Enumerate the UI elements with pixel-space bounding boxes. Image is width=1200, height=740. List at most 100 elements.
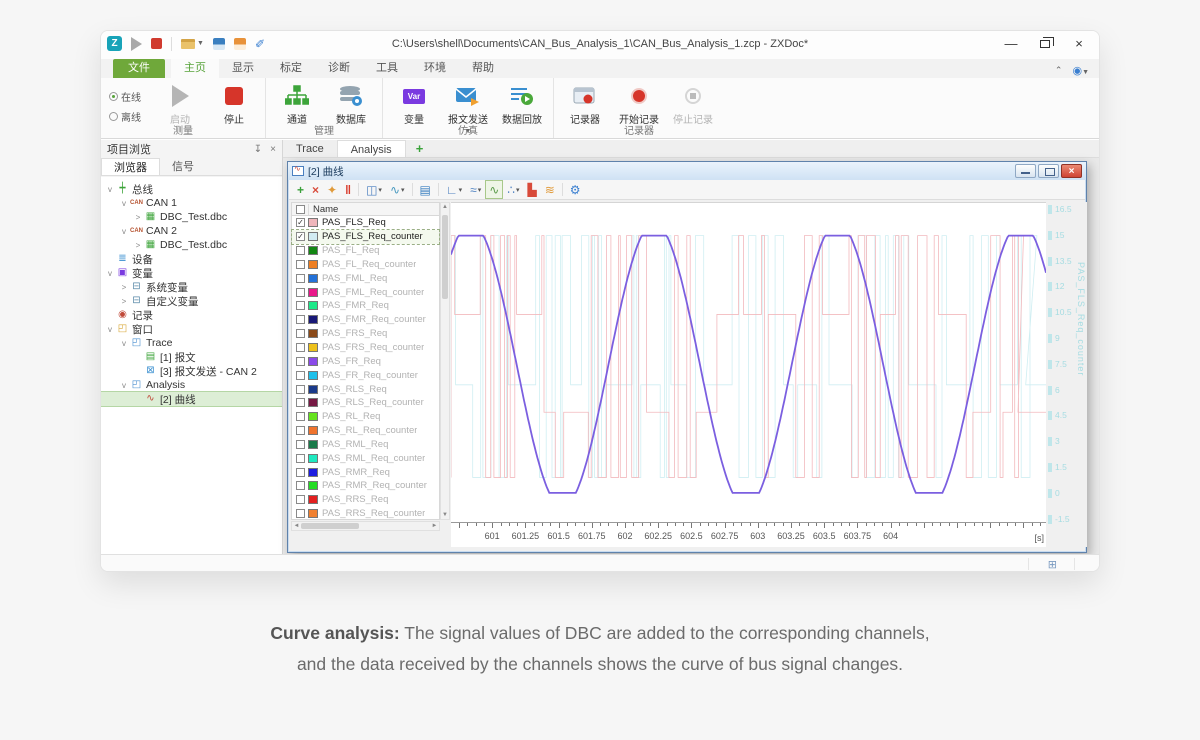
file-tab[interactable]: 文件 (113, 59, 165, 78)
signal-checkbox[interactable] (296, 329, 305, 338)
signal-color-swatch[interactable] (308, 288, 318, 297)
signal-checkbox[interactable] (296, 509, 305, 518)
tree-item[interactable]: v◰Trace (101, 336, 282, 350)
layout-columns-icon[interactable]: ◫▾ (363, 181, 385, 198)
zoom-axes-icon[interactable]: ∟▾ (443, 181, 465, 198)
signal-checkbox[interactable]: ✓ (296, 218, 305, 227)
signal-checkbox[interactable] (296, 246, 305, 255)
recorder-button[interactable]: 记录器 (562, 81, 608, 126)
tree-item[interactable]: v◰Analysis (101, 378, 282, 392)
workspace-tab-analysis[interactable]: Analysis (337, 140, 406, 157)
signal-color-swatch[interactable] (308, 509, 318, 518)
tab-display[interactable]: 显示 (219, 59, 267, 78)
signal-row[interactable]: PAS_RML_Req (292, 438, 439, 452)
tree-expander-icon[interactable]: v (105, 185, 115, 194)
signal-row[interactable]: PAS_RLS_Req_counter (292, 396, 439, 410)
tab-help[interactable]: 帮助 (459, 59, 507, 78)
signal-color-swatch[interactable] (308, 440, 318, 449)
language-globe-icon[interactable]: ◉▼ (1072, 61, 1089, 79)
restore-button[interactable] (1040, 40, 1050, 48)
tree-expander-icon[interactable]: v (119, 227, 129, 236)
tree-expander-icon[interactable]: > (133, 213, 143, 222)
curve-window-titlebar[interactable]: [2] 曲线 × (288, 162, 1086, 180)
minimize-button[interactable]: — (999, 35, 1023, 53)
fit-view-icon[interactable]: ∿ (486, 181, 502, 198)
signal-checkbox[interactable] (296, 357, 305, 366)
workspace-tab-trace[interactable]: Trace (283, 140, 337, 157)
curve-style-icon[interactable]: ∿▾ (387, 181, 408, 198)
tree-item[interactable]: v◰窗口 (101, 322, 282, 336)
tree-item[interactable]: ∿[2] 曲线 (101, 392, 282, 406)
clear-icon[interactable]: ✦ (324, 181, 340, 198)
pin-icon[interactable]: ↧ (254, 144, 262, 155)
tree-item[interactable]: vCANCAN 1 (101, 196, 282, 210)
signal-row[interactable]: PAS_FL_Req (292, 244, 439, 258)
signal-row[interactable]: PAS_RMR_Req (292, 465, 439, 479)
pause-icon[interactable]: ‖ (342, 181, 354, 198)
close-button[interactable]: × (1067, 35, 1091, 53)
select-all-checkbox[interactable] (296, 205, 305, 214)
signal-checkbox[interactable] (296, 301, 305, 310)
signal-list-vscrollbar[interactable]: ▲ ▼ (440, 202, 450, 520)
tree-item[interactable]: v▣变量 (101, 266, 282, 280)
signal-row[interactable]: PAS_RL_Req (292, 410, 439, 424)
signal-row[interactable]: ✓PAS_FLS_Req (292, 216, 439, 230)
tree-item[interactable]: >⊟系统变量 (101, 280, 282, 294)
signal-row[interactable]: PAS_FR_Req (292, 354, 439, 368)
signal-color-swatch[interactable] (308, 385, 318, 394)
signal-color-swatch[interactable] (308, 481, 318, 490)
signal-color-swatch[interactable] (308, 232, 318, 241)
signal-row[interactable]: PAS_FL_Req_counter (292, 258, 439, 272)
start-record-button[interactable]: 开始记录 (616, 81, 662, 126)
signal-checkbox[interactable] (296, 385, 305, 394)
scroll-down-icon[interactable]: ▼ (441, 512, 449, 518)
tree-expander-icon[interactable]: v (105, 269, 115, 278)
signal-row[interactable]: PAS_RLS_Req (292, 382, 439, 396)
signal-color-swatch[interactable] (308, 315, 318, 324)
remove-signal-icon[interactable]: × (309, 181, 322, 198)
tab-home[interactable]: 主页 (171, 59, 219, 78)
online-radio[interactable]: 在线 (109, 89, 149, 104)
start-button[interactable]: 启动 (157, 81, 203, 126)
signal-checkbox[interactable] (296, 343, 305, 352)
tree-item[interactable]: ≣设备 (101, 252, 282, 266)
signal-row[interactable]: PAS_FR_Req_counter (292, 368, 439, 382)
signal-color-swatch[interactable] (308, 468, 318, 477)
tree-item[interactable]: >▦DBC_Test.dbc (101, 238, 282, 252)
tree-expander-icon[interactable]: v (119, 339, 129, 348)
tree-expander-icon[interactable]: v (119, 381, 129, 390)
signal-checkbox[interactable] (296, 440, 305, 449)
signal-checkbox[interactable] (296, 454, 305, 463)
signal-color-swatch[interactable] (308, 218, 318, 227)
signal-color-swatch[interactable] (308, 495, 318, 504)
signal-checkbox[interactable] (296, 398, 305, 407)
tab-tools[interactable]: 工具 (363, 59, 411, 78)
signal-row[interactable]: PAS_RRS_Req_counter (292, 507, 439, 521)
vscroll-thumb[interactable] (442, 215, 448, 299)
signal-row[interactable]: PAS_RML_Req_counter (292, 451, 439, 465)
signal-row[interactable]: PAS_FML_Req (292, 271, 439, 285)
tree-item[interactable]: >⊟自定义变量 (101, 294, 282, 308)
signal-color-swatch[interactable] (308, 260, 318, 269)
scroll-left-icon[interactable]: ◄ (292, 523, 301, 529)
sample-points-icon[interactable]: ∴▾ (504, 181, 522, 198)
tab-browser[interactable]: 浏览器 (101, 158, 160, 175)
scroll-up-icon[interactable]: ▲ (441, 204, 449, 210)
signal-row[interactable]: PAS_FMR_Req_counter (292, 313, 439, 327)
signal-color-swatch[interactable] (308, 357, 318, 366)
stop-button[interactable]: 停止 (211, 81, 257, 126)
signal-checkbox[interactable] (296, 495, 305, 504)
signal-checkbox[interactable] (296, 260, 305, 269)
curve-minimize-button[interactable] (1015, 164, 1036, 178)
tab-signal[interactable]: 信号 (160, 158, 206, 175)
signal-color-swatch[interactable] (308, 454, 318, 463)
signal-checkbox[interactable] (296, 315, 305, 324)
settings-gear-icon[interactable]: ⚙ (567, 181, 584, 198)
tree-expander-icon[interactable]: > (119, 283, 129, 292)
signal-row[interactable]: PAS_FMR_Req (292, 299, 439, 313)
signal-row[interactable]: PAS_RRS_Req (292, 493, 439, 507)
signal-checkbox[interactable] (296, 426, 305, 435)
tree-item[interactable]: ▤[1] 报文 (101, 350, 282, 364)
signal-color-swatch[interactable] (308, 329, 318, 338)
signal-row[interactable]: PAS_FML_Req_counter (292, 285, 439, 299)
